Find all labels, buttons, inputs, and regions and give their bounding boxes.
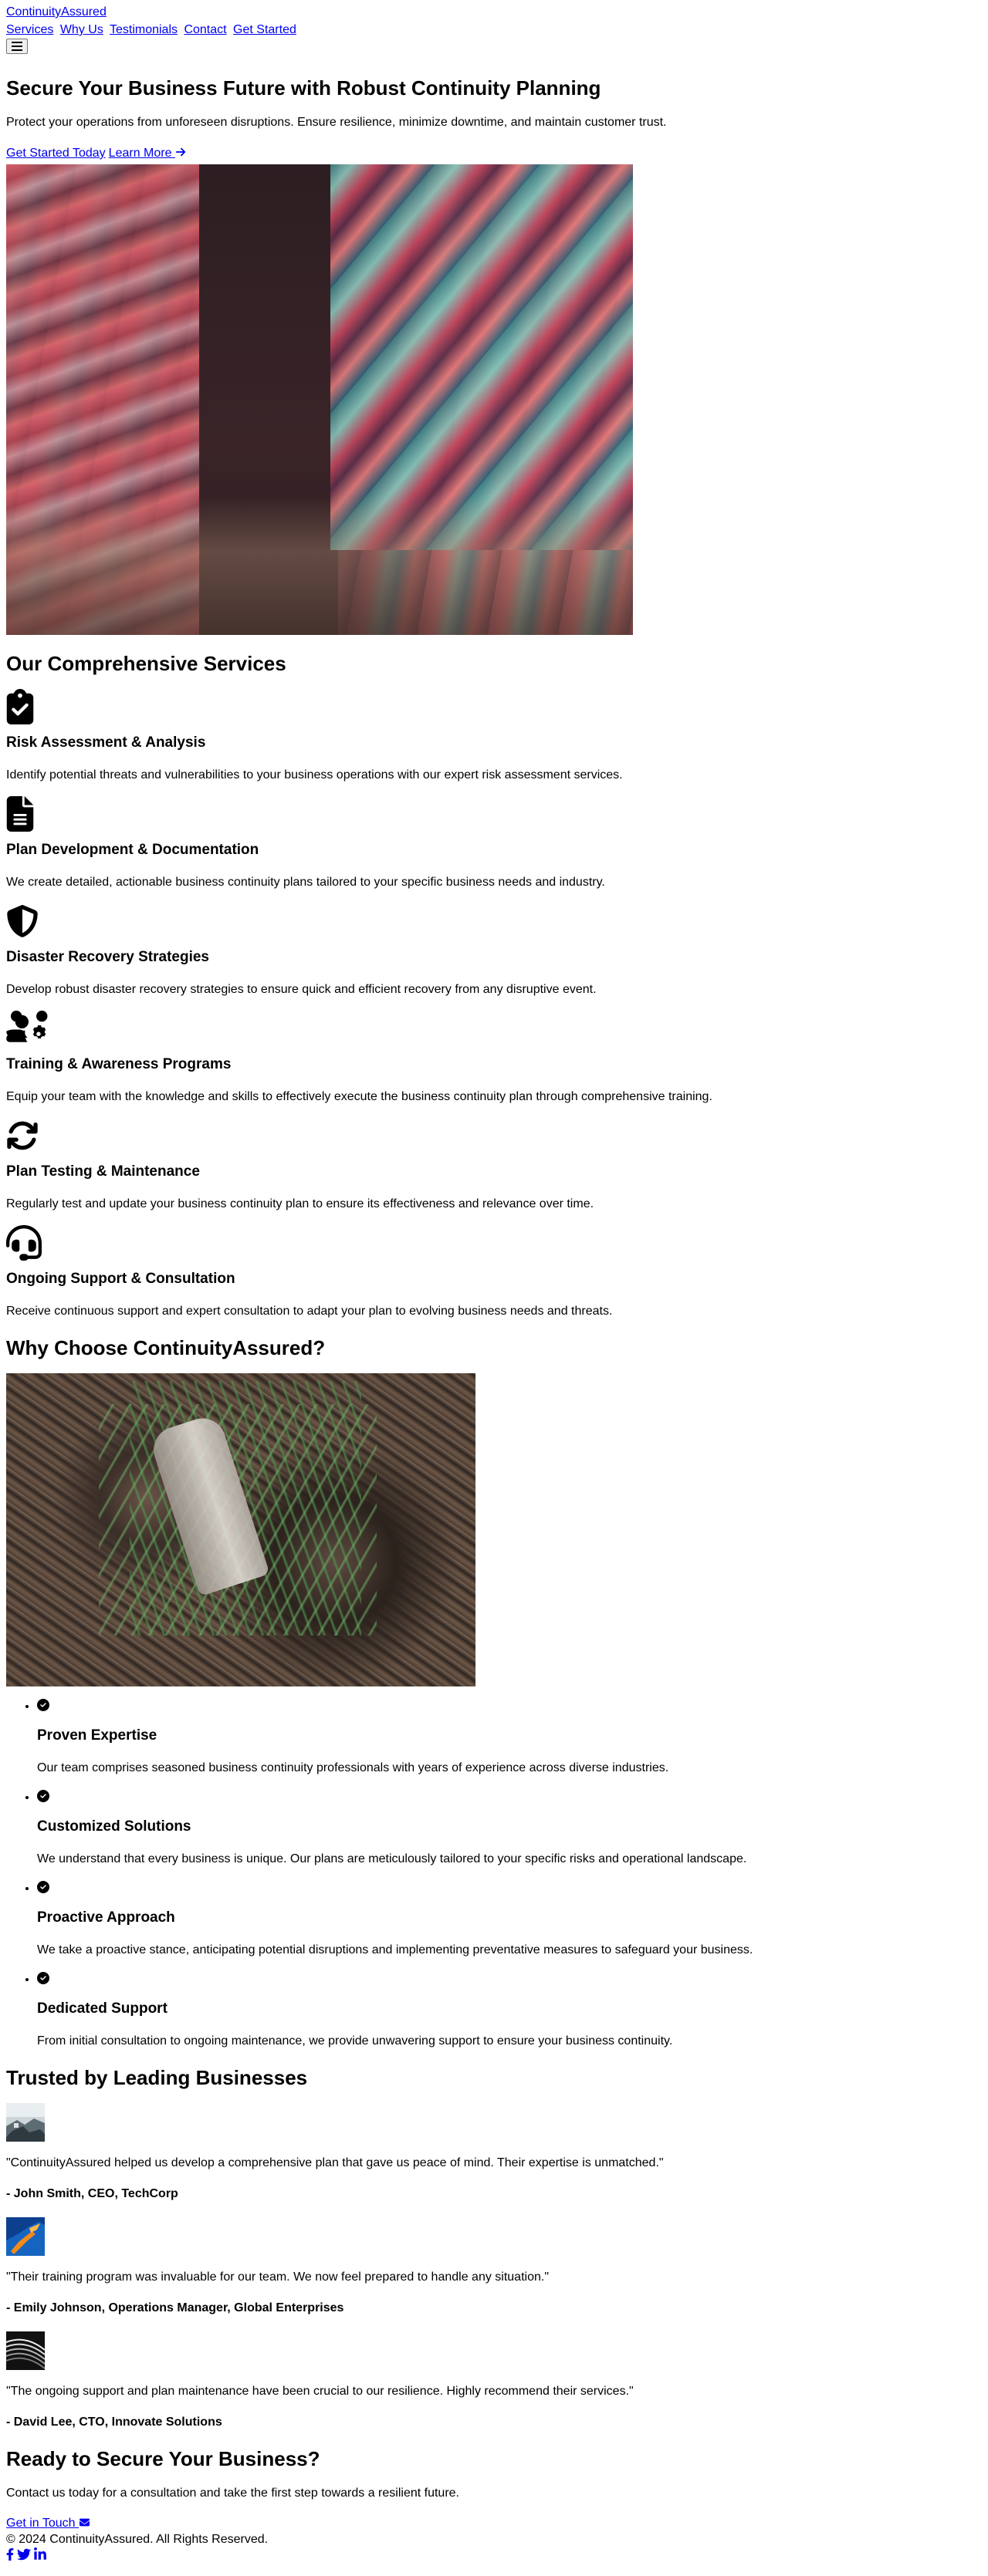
testimonial-item: "Their training program was invaluable f… xyxy=(6,2217,982,2318)
twitter-link[interactable] xyxy=(17,2547,31,2564)
facebook-link[interactable] xyxy=(6,2547,14,2564)
why-list-item: Customized Solutions We understand that … xyxy=(37,1788,982,1869)
arrow-right-icon xyxy=(175,147,186,157)
service-description: Develop robust disaster recovery strateg… xyxy=(6,983,597,996)
services-section: Our Comprehensive Services Risk Assessme… xyxy=(6,652,982,1321)
sync-icon xyxy=(6,1118,38,1153)
service-title: Disaster Recovery Strategies xyxy=(6,949,209,965)
cta-heading: Ready to Secure Your Business? xyxy=(6,2447,320,2470)
service-description: Equip your team with the knowledge and s… xyxy=(6,1090,712,1103)
hamburger-menu-icon[interactable] xyxy=(6,39,28,54)
check-circle-icon xyxy=(37,1699,49,1711)
testimonial-author: - David Lee, CTO, Innovate Solutions xyxy=(6,2416,222,2429)
twitter-icon xyxy=(17,2548,31,2561)
main-nav: Services Why Us Testimonials Contact Get… xyxy=(6,22,982,38)
why-list-item: Dedicated Support From initial consultat… xyxy=(37,1970,982,2051)
why-section: Why Choose ContinuityAssured? Proven Exp… xyxy=(6,1336,982,2051)
shield-icon xyxy=(6,903,38,939)
nav-link-why-us[interactable]: Why Us xyxy=(60,23,103,36)
services-heading: Our Comprehensive Services xyxy=(6,652,286,675)
testimonial-quote: "Their training program was invaluable f… xyxy=(6,2270,549,2284)
service-item: Ongoing Support & Consultation Receive c… xyxy=(6,1225,982,1321)
service-title: Risk Assessment & Analysis xyxy=(6,734,206,751)
why-item-title: Proactive Approach xyxy=(37,1909,175,1926)
nav-link-contact[interactable]: Contact xyxy=(184,23,226,36)
copyright-text: © 2024 ContinuityAssured. All Rights Res… xyxy=(6,2533,269,2546)
check-circle-icon xyxy=(37,1881,49,1893)
nav-link-testimonials[interactable]: Testimonials xyxy=(110,23,178,36)
testimonial-quote: "ContinuityAssured helped us develop a c… xyxy=(6,2156,664,2169)
get-started-today-link[interactable]: Get Started Today xyxy=(6,147,106,160)
service-description: Regularly test and update your business … xyxy=(6,1197,594,1210)
service-item: Disaster Recovery Strategies Develop rob… xyxy=(6,903,982,999)
why-item-title: Proven Expertise xyxy=(37,1727,157,1744)
hero-image xyxy=(6,164,633,635)
service-item: Plan Testing & Maintenance Regularly tes… xyxy=(6,1118,982,1214)
envelope-icon xyxy=(80,2518,90,2527)
logo-link[interactable]: ContinuityAssured xyxy=(6,4,107,20)
testimonial-author: - John Smith, CEO, TechCorp xyxy=(6,2187,178,2200)
service-item: Risk Assessment & Analysis Identify pote… xyxy=(6,689,982,785)
service-description: We create detailed, actionable business … xyxy=(6,876,605,889)
avatar xyxy=(6,2217,45,2256)
site-footer: © 2024 ContinuityAssured. All Rights Res… xyxy=(6,2531,982,2564)
get-in-touch-label: Get in Touch xyxy=(6,2517,76,2530)
hero-section: Secure Your Business Future with Robust … xyxy=(6,76,982,635)
testimonials-section: Trusted by Leading Businesses "Continuit… xyxy=(6,2066,982,2432)
hero-title: Secure Your Business Future with Robust … xyxy=(6,76,601,100)
why-list-item: Proven Expertise Our team comprises seas… xyxy=(37,1697,982,1778)
testimonial-author: - Emily Johnson, Operations Manager, Glo… xyxy=(6,2301,344,2314)
testimonial-item: "The ongoing support and plan maintenanc… xyxy=(6,2331,982,2432)
headset-icon xyxy=(6,1225,42,1261)
check-circle-icon xyxy=(37,1972,49,1984)
why-list-item: Proactive Approach We take a proactive s… xyxy=(37,1879,982,1960)
learn-more-label: Learn More xyxy=(108,147,172,160)
get-in-touch-link[interactable]: Get in Touch xyxy=(6,2517,90,2530)
site-header: ContinuityAssured Services Why Us Testim… xyxy=(6,3,982,60)
file-document-icon xyxy=(6,796,37,832)
check-circle-icon xyxy=(37,1790,49,1802)
avatar xyxy=(6,2331,45,2370)
nav-link-services[interactable]: Services xyxy=(6,23,53,36)
clipboard-check-icon xyxy=(6,689,37,724)
why-item-title: Dedicated Support xyxy=(37,2000,167,2017)
service-title: Training & Awareness Programs xyxy=(6,1056,232,1072)
facebook-icon xyxy=(6,2548,14,2561)
learn-more-link[interactable]: Learn More xyxy=(109,147,186,160)
why-item-description: We understand that every business is uni… xyxy=(37,1852,747,1865)
service-description: Identify potential threats and vulnerabi… xyxy=(6,768,623,782)
users-gear-icon xyxy=(6,1011,48,1046)
why-heading: Why Choose ContinuityAssured? xyxy=(6,1336,326,1359)
why-item-description: We take a proactive stance, anticipating… xyxy=(37,1943,753,1956)
why-list: Proven Expertise Our team comprises seas… xyxy=(6,1697,982,2051)
linkedin-link[interactable] xyxy=(34,2547,46,2564)
hero-cta-group: Get Started Today Learn More xyxy=(6,144,982,163)
service-description: Receive continuous support and expert co… xyxy=(6,1305,613,1318)
avatar xyxy=(6,2103,45,2142)
service-title: Plan Testing & Maintenance xyxy=(6,1163,200,1180)
service-title: Ongoing Support & Consultation xyxy=(6,1271,235,1287)
testimonial-quote: "The ongoing support and plan maintenanc… xyxy=(6,2385,634,2398)
nav-link-get-started[interactable]: Get Started xyxy=(233,23,296,36)
linkedin-icon xyxy=(34,2547,46,2560)
why-item-description: From initial consultation to ongoing mai… xyxy=(37,2034,673,2048)
why-image xyxy=(6,1373,475,1686)
cta-section: Ready to Secure Your Business? Contact u… xyxy=(6,2447,982,2531)
why-item-description: Our team comprises seasoned business con… xyxy=(37,1761,669,1774)
testimonials-heading: Trusted by Leading Businesses xyxy=(6,2066,308,2089)
social-links xyxy=(6,2547,982,2564)
testimonial-item: "ContinuityAssured helped us develop a c… xyxy=(6,2103,982,2203)
why-item-title: Customized Solutions xyxy=(37,1818,191,1835)
service-item: Training & Awareness Programs Equip your… xyxy=(6,1011,982,1106)
cta-text: Contact us today for a consultation and … xyxy=(6,2487,459,2500)
service-item: Plan Development & Documentation We crea… xyxy=(6,796,982,892)
hero-subtitle: Protect your operations from unforeseen … xyxy=(6,116,667,129)
service-title: Plan Development & Documentation xyxy=(6,842,259,858)
